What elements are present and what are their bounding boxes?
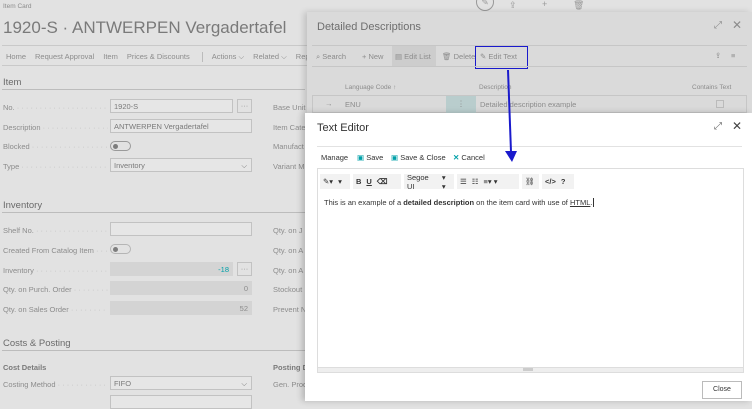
annotation-arrow [505, 69, 517, 162]
